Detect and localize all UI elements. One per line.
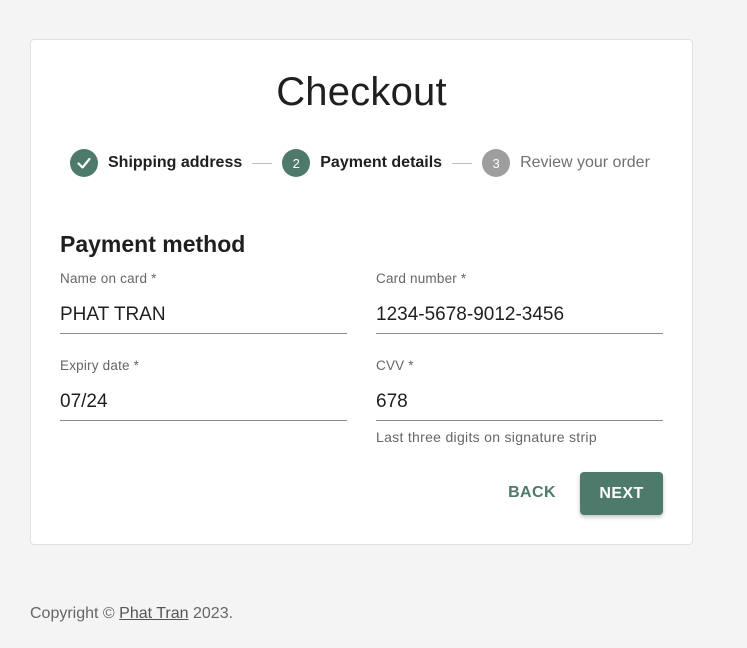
expiry-date-field: Expiry date * [60,358,347,421]
back-button[interactable]: BACK [500,472,564,514]
step-connector [452,162,473,164]
page-title: Checkout [276,70,447,114]
step-label-review: Review your order [520,154,650,171]
step-connector [252,162,273,164]
expiry-date-label: Expiry date * [60,358,140,373]
name-on-card-input[interactable] [60,296,347,334]
copyright-prefix: Copyright © [30,605,115,622]
step-label-shipping: Shipping address [108,154,243,171]
step-payment-details: 2 Payment details [282,149,442,177]
cvv-helper-text: Last three digits on signature strip [376,429,597,445]
step-number-3: 3 [482,149,511,177]
check-icon [70,149,98,177]
copyright-year: 2023. [193,605,234,622]
footer-copyright: Copyright © Phat Tran 2023. [30,605,233,623]
name-on-card-field: Name on card * [60,271,347,334]
step-number-2: 2 [282,149,311,177]
cvv-label: CVV * [376,358,414,373]
name-on-card-label: Name on card * [60,271,157,286]
step-shipping-address: Shipping address [70,149,242,177]
section-title-payment-method: Payment method [60,231,246,257]
checkout-card: Checkout Shipping address 2 Payment deta… [30,39,693,545]
card-number-field: Card number * [376,271,663,334]
checkout-stepper: Shipping address 2 Payment details 3 Rev… [70,148,650,178]
step-label-payment: Payment details [320,154,443,171]
next-button[interactable]: NEXT [580,472,663,515]
footer-author-link[interactable]: Phat Tran [119,605,188,622]
cvv-input[interactable] [376,383,663,421]
expiry-date-input[interactable] [60,383,347,421]
cvv-field: CVV * Last three digits on signature str… [376,358,663,445]
step-review-order: 3 Review your order [482,149,650,177]
card-number-input[interactable] [376,296,663,334]
card-number-label: Card number * [376,271,467,286]
